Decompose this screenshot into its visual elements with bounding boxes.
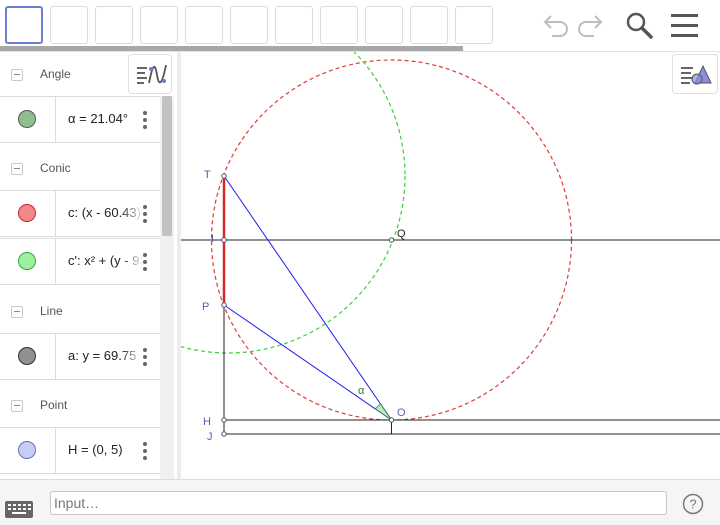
tool-button-6[interactable] [230, 6, 268, 44]
label-o: O [397, 407, 406, 419]
category-label: Conic [40, 161, 71, 175]
label-t: T [204, 169, 211, 181]
algebra-view: Angle α = 21.04° Conic c: (x - 60.43)² +… [0, 52, 177, 479]
tool-button-3[interactable] [95, 6, 133, 44]
tool-button-10[interactable] [410, 6, 448, 44]
angle-alpha-sector[interactable] [374, 403, 392, 421]
collapse-icon[interactable] [11, 306, 23, 318]
segment-t-o[interactable] [223, 175, 392, 421]
collapse-icon[interactable] [11, 163, 23, 175]
label-alpha: α [358, 385, 365, 397]
category-line[interactable]: Line [0, 289, 160, 335]
point-i[interactable] [221, 237, 227, 243]
visibility-toggle[interactable] [18, 441, 36, 459]
point-o[interactable] [388, 417, 395, 423]
point-h[interactable] [221, 417, 227, 423]
help-icon[interactable]: ? [682, 493, 704, 515]
collapse-icon[interactable] [11, 400, 23, 412]
algebra-row[interactable]: c: (x - 60.43)² + (y - 35 [0, 190, 160, 237]
svg-text:?: ? [689, 497, 696, 512]
label-q: Q [397, 228, 406, 240]
graphics-style-bar-button[interactable] [672, 54, 718, 94]
input-bar: ? [0, 479, 720, 525]
tool-button-8[interactable] [320, 6, 358, 44]
marble-cell [0, 97, 56, 142]
tool-button-1[interactable] [5, 6, 43, 44]
point-j[interactable] [221, 431, 227, 437]
category-conic[interactable]: Conic [0, 146, 160, 192]
input-field[interactable] [50, 491, 667, 515]
category-label: Angle [40, 67, 71, 81]
point-q[interactable] [388, 237, 395, 243]
circle-c-prime[interactable] [181, 52, 406, 354]
menu-icon[interactable] [668, 10, 702, 42]
algebra-expression: H = (0, 5) [68, 442, 123, 457]
algebra-expression: α = 21.04° [68, 111, 129, 126]
algebra-row[interactable]: H = (0, 5) [0, 427, 160, 474]
tool-button-4[interactable] [140, 6, 178, 44]
tool-button-2[interactable] [50, 6, 88, 44]
visibility-toggle[interactable] [18, 252, 36, 270]
vertical-scrollbar-thumb[interactable] [162, 96, 172, 236]
algebra-expression: c': x² + (y - 93 [68, 253, 144, 268]
tool-button-9[interactable] [365, 6, 403, 44]
marble-cell [0, 191, 56, 236]
graphics-view[interactable]: T I Q P H J O α [181, 52, 720, 479]
category-label: Point [40, 398, 68, 412]
more-vert-icon[interactable] [140, 251, 150, 273]
label-p: P [202, 301, 209, 313]
algebra-expression: a: y = 69.75 [68, 348, 137, 363]
label-h: H [203, 416, 211, 428]
tool-button-7[interactable] [275, 6, 313, 44]
label-i: I [211, 233, 214, 245]
algebra-row[interactable]: c': x² + (y - 93 [0, 238, 160, 285]
geometry-canvas[interactable]: T I Q P H J O α [181, 52, 720, 479]
algebra-style-bar-button[interactable] [128, 54, 172, 94]
marble-cell [0, 428, 56, 473]
visibility-toggle[interactable] [18, 347, 36, 365]
algebra-row[interactable]: a: y = 69.75 [0, 333, 160, 380]
redo-icon[interactable] [574, 10, 608, 42]
graphics-style-icon [681, 64, 712, 85]
toolbar [0, 0, 720, 52]
algebra-expression: c: (x - 60.43)² + (y - 35 [68, 205, 144, 220]
marble-cell [0, 334, 56, 379]
segment-p-o[interactable] [223, 304, 392, 421]
keyboard-icon[interactable] [4, 500, 34, 520]
more-vert-icon[interactable] [140, 109, 150, 131]
algebra-row[interactable]: α = 21.04° [0, 96, 160, 143]
collapse-icon[interactable] [11, 69, 23, 81]
more-vert-icon[interactable] [140, 440, 150, 462]
more-vert-icon[interactable] [140, 346, 150, 368]
tool-button-5[interactable] [185, 6, 223, 44]
more-vert-icon[interactable] [140, 203, 150, 225]
visibility-toggle[interactable] [18, 204, 36, 222]
undo-icon[interactable] [538, 10, 572, 42]
category-point[interactable]: Point [0, 383, 160, 429]
point-p[interactable] [221, 302, 227, 308]
category-label: Line [40, 304, 63, 318]
algebra-style-icon [137, 64, 167, 84]
tool-button-11[interactable] [455, 6, 493, 44]
marble-cell [0, 239, 56, 284]
search-icon[interactable] [622, 10, 656, 42]
point-t[interactable] [221, 173, 227, 179]
visibility-toggle[interactable] [18, 110, 36, 128]
label-j: J [207, 431, 213, 443]
